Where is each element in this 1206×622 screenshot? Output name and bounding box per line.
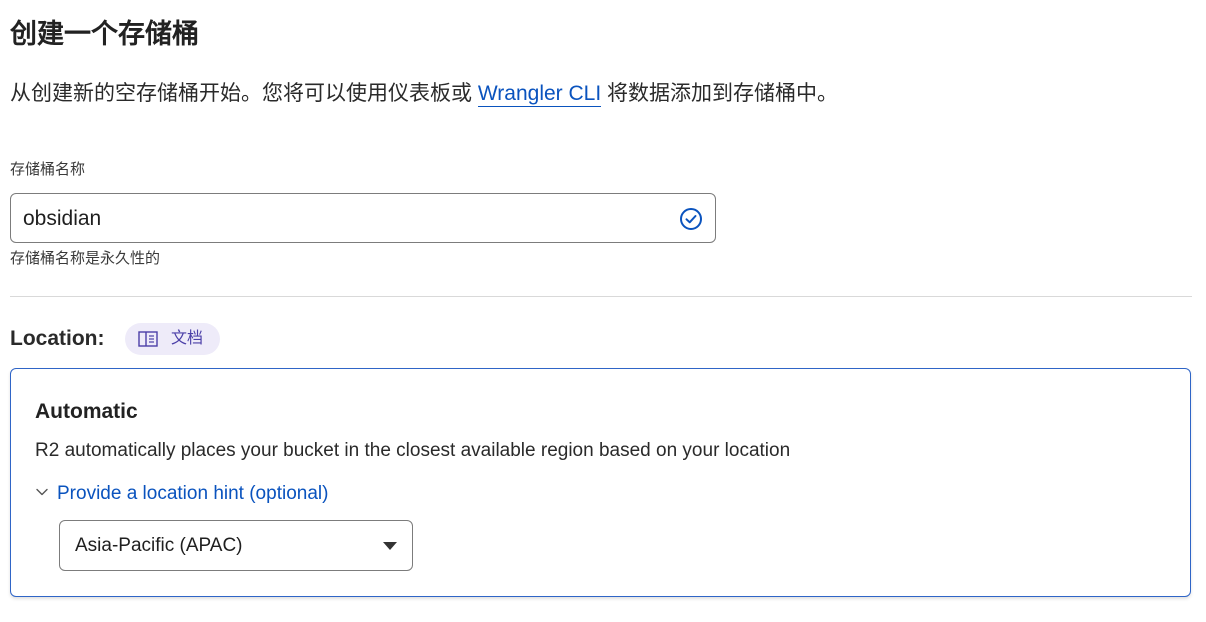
page-title: 创建一个存储桶 <box>10 19 199 49</box>
location-hint-selected-value: Asia-Pacific (APAC) <box>75 535 243 556</box>
automatic-description: R2 automatically places your bucket in t… <box>35 440 791 461</box>
chevron-down-icon <box>36 488 48 496</box>
caret-down-icon <box>383 542 397 550</box>
bucket-name-value[interactable]: obsidian <box>23 206 101 232</box>
automatic-title: Automatic <box>35 400 138 423</box>
docs-label: 文档 <box>171 330 204 347</box>
bucket-name-label: 存储桶名称 <box>10 161 86 178</box>
wrangler-cli-link[interactable]: Wrangler CLI <box>477 82 602 107</box>
location-hint-toggle[interactable]: Provide a location hint (optional) <box>35 480 328 508</box>
book-icon <box>138 331 158 347</box>
bucket-name-input[interactable]: obsidian <box>10 193 716 243</box>
section-divider <box>10 296 1192 297</box>
bucket-name-helper: 存储桶名称是永久性的 <box>10 250 161 267</box>
intro-text-before: 从创建新的空存储桶开始。您将可以使用仪表板或 <box>10 82 478 105</box>
automatic-location-card[interactable]: Automatic R2 automatically places your b… <box>10 368 1191 597</box>
intro-text: 从创建新的空存储桶开始。您将可以使用仪表板或 Wrangler CLI 将数据添… <box>10 78 838 110</box>
docs-button[interactable]: 文档 <box>125 323 220 355</box>
check-circle-icon <box>680 208 702 230</box>
location-hint-label[interactable]: Provide a location hint (optional) <box>57 483 328 504</box>
intro-text-after: 将数据添加到存储桶中。 <box>601 82 839 105</box>
location-hint-select[interactable]: Asia-Pacific (APAC) <box>59 520 413 571</box>
location-label: Location: <box>10 327 105 350</box>
